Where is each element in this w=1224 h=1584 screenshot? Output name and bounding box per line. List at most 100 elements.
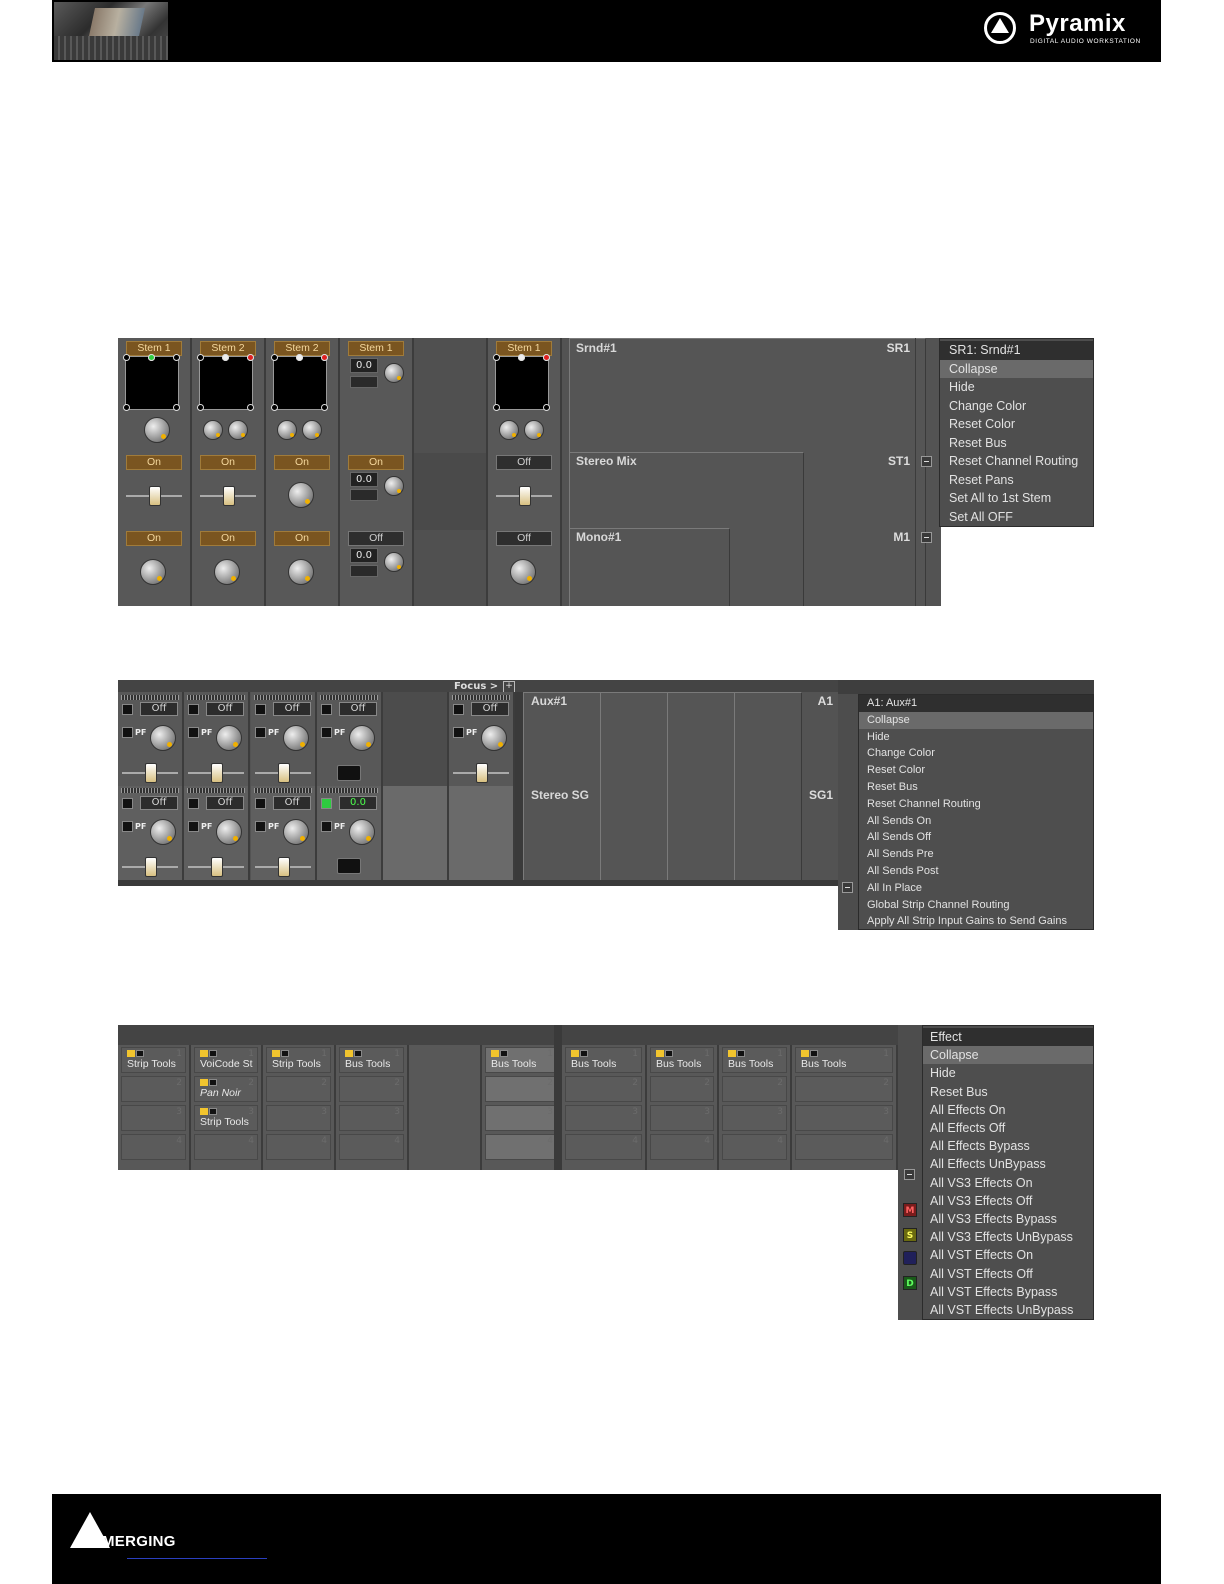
effect-slot[interactable]: 2 xyxy=(565,1076,642,1102)
menu-item[interactable]: Reset Pans xyxy=(940,471,1093,490)
pf-toggle[interactable] xyxy=(255,821,266,832)
send-knob[interactable] xyxy=(150,819,176,845)
effect-slot[interactable]: 1 Bus Tools xyxy=(650,1047,714,1073)
effect-slot[interactable]: 4 xyxy=(339,1134,404,1160)
bypass-icon[interactable] xyxy=(354,1050,362,1057)
effect-slot[interactable]: 1 VoiCode St xyxy=(194,1047,258,1073)
send-state[interactable]: Off xyxy=(140,702,178,716)
gain-value[interactable]: 0.0 xyxy=(350,358,378,373)
send-fader[interactable] xyxy=(255,763,311,783)
send-fader[interactable] xyxy=(188,763,244,783)
send-state[interactable]: Off xyxy=(206,702,244,716)
send-toggle[interactable]: On xyxy=(200,455,256,470)
direct-button[interactable]: D xyxy=(903,1276,917,1290)
send-fader[interactable] xyxy=(188,857,244,877)
pan-knob[interactable] xyxy=(144,417,170,443)
effect-slot[interactable]: 1 Strip Tools xyxy=(266,1047,331,1073)
send-toggle[interactable]: On xyxy=(126,455,182,470)
menu-item[interactable]: Reset Bus xyxy=(859,779,1093,796)
bus-knob[interactable] xyxy=(288,559,314,585)
effect-slot[interactable]: 4 xyxy=(722,1134,787,1160)
send-knob[interactable] xyxy=(288,482,314,508)
effect-slot[interactable]: 3 xyxy=(650,1105,714,1131)
bus-knob[interactable] xyxy=(214,559,240,585)
menu-item[interactable]: Effect xyxy=(923,1028,1093,1047)
menu-item[interactable]: Reset Bus xyxy=(923,1083,1093,1101)
send-active-toggle[interactable] xyxy=(255,704,266,715)
send-fader[interactable] xyxy=(255,857,311,877)
pan-knob-right[interactable] xyxy=(524,420,544,440)
surround-panner[interactable] xyxy=(197,354,254,411)
pf-toggle[interactable] xyxy=(321,821,332,832)
collapse-button[interactable] xyxy=(921,456,932,467)
effect-slot[interactable]: 2 xyxy=(722,1076,787,1102)
effect-slot[interactable]: 1 Strip Tools xyxy=(121,1047,186,1073)
menu-item[interactable]: Hide xyxy=(859,729,1093,746)
pf-toggle[interactable] xyxy=(321,727,332,738)
menu-item[interactable]: Set All to 1st Stem xyxy=(940,489,1093,508)
bypass-icon[interactable] xyxy=(665,1050,673,1057)
menu-item[interactable]: All Sends Pre xyxy=(859,846,1093,863)
send-toggle[interactable]: On xyxy=(348,455,404,470)
menu-item[interactable]: All In Place xyxy=(859,880,1093,897)
effect-slot[interactable]: 3 xyxy=(722,1105,787,1131)
bypass-icon[interactable] xyxy=(209,1079,217,1086)
menu-item[interactable]: Change Color xyxy=(940,397,1093,416)
send-knob[interactable] xyxy=(349,819,375,845)
send-active-toggle[interactable] xyxy=(122,798,133,809)
focus-label[interactable]: Focus > xyxy=(454,681,498,692)
bus-knob[interactable] xyxy=(140,559,166,585)
effect-slot[interactable]: 3 xyxy=(266,1105,331,1131)
menu-item[interactable]: All VST Effects Bypass xyxy=(923,1283,1093,1301)
effect-slot[interactable]: 3 xyxy=(565,1105,642,1131)
menu-item[interactable]: SR1: Srnd#1 xyxy=(940,341,1093,360)
effect-slot[interactable]: 1 Bus Tools xyxy=(485,1047,557,1073)
send-active-toggle[interactable] xyxy=(122,704,133,715)
send-knob[interactable] xyxy=(216,819,242,845)
bypass-icon[interactable] xyxy=(737,1050,745,1057)
send-knob[interactable] xyxy=(283,819,309,845)
pan-knob-right[interactable] xyxy=(302,420,322,440)
effect-slot[interactable]: 2 xyxy=(339,1076,404,1102)
empty-slot[interactable] xyxy=(337,858,361,874)
effect-slot[interactable]: 2 xyxy=(266,1076,331,1102)
bypass-icon[interactable] xyxy=(136,1050,144,1057)
menu-item[interactable]: Change Color xyxy=(859,745,1093,762)
bypass-icon[interactable] xyxy=(500,1050,508,1057)
effect-slot[interactable]: 3 xyxy=(121,1105,186,1131)
effect-slot[interactable]: 4 xyxy=(121,1134,186,1160)
menu-item[interactable]: Reset Bus xyxy=(940,434,1093,453)
effect-slot[interactable]: 1 Bus Tools xyxy=(795,1047,893,1073)
send-toggle[interactable]: On xyxy=(274,455,330,470)
send-toggle[interactable]: Off xyxy=(496,455,552,470)
menu-item[interactable]: All Sends Post xyxy=(859,863,1093,880)
menu-item[interactable]: Reset Color xyxy=(859,762,1093,779)
effect-slot[interactable]: 4 xyxy=(565,1134,642,1160)
menu-item[interactable]: All VST Effects Off xyxy=(923,1265,1093,1283)
menu-item[interactable]: Reset Color xyxy=(940,415,1093,434)
send-active-toggle[interactable] xyxy=(188,704,199,715)
menu-item[interactable]: Set All OFF xyxy=(940,508,1093,527)
effect-slot[interactable]: 3 xyxy=(795,1105,893,1131)
bypass-icon[interactable] xyxy=(209,1108,217,1115)
bus-toggle[interactable]: Off xyxy=(496,531,552,546)
send-knob[interactable] xyxy=(349,725,375,751)
effect-slot[interactable]: 4 xyxy=(194,1134,258,1160)
send-knob[interactable] xyxy=(283,725,309,751)
pf-toggle[interactable] xyxy=(453,727,464,738)
send-state[interactable]: Off xyxy=(140,796,178,810)
gain-knob[interactable] xyxy=(384,363,404,383)
menu-item[interactable]: All VS3 Effects On xyxy=(923,1174,1093,1192)
menu-item[interactable]: All Effects Bypass xyxy=(923,1137,1093,1155)
effect-slot[interactable]: 1 Bus Tools xyxy=(722,1047,787,1073)
menu-item[interactable]: All VS3 Effects Bypass xyxy=(923,1210,1093,1228)
effect-slot[interactable]: 3 Strip Tools xyxy=(194,1105,258,1131)
menu-item[interactable]: All Sends Off xyxy=(859,829,1093,846)
bus-toggle[interactable]: On xyxy=(126,531,182,546)
send-state[interactable]: Off xyxy=(273,702,311,716)
send-value[interactable]: 0.0 xyxy=(350,472,378,487)
menu-item[interactable]: Collapse xyxy=(940,359,1093,378)
send-state[interactable]: Off xyxy=(339,702,377,716)
send-knob[interactable] xyxy=(150,725,176,751)
bypass-icon[interactable] xyxy=(281,1050,289,1057)
